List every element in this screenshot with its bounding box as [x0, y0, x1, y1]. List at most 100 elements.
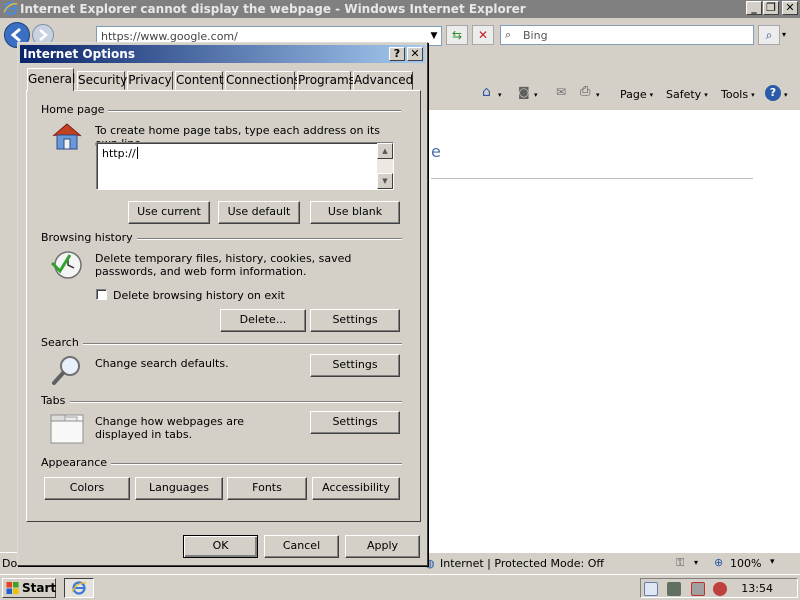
history-settings-button[interactable]: Settings — [310, 309, 400, 332]
text-caret — [136, 147, 138, 159]
accessibility-button[interactable]: Accessibility — [312, 477, 400, 500]
protected-mode-dropdown-icon[interactable]: ▾ — [694, 558, 698, 567]
browsing-history-divider — [124, 238, 402, 240]
use-blank-button[interactable]: Use blank — [310, 201, 400, 224]
search-description: Change search defaults. — [95, 357, 229, 370]
security-zone[interactable]: Internet | Protected Mode: Off — [440, 557, 604, 570]
feeds-dropdown-icon[interactable]: ▾ — [534, 91, 538, 99]
tray-security-icon[interactable] — [667, 582, 681, 596]
windows-logo-icon — [6, 582, 19, 594]
cancel-button[interactable]: Cancel — [264, 535, 339, 558]
print-icon[interactable]: ⎙ — [580, 84, 590, 99]
tab-general[interactable]: General — [27, 68, 75, 91]
home-page-scrollbar[interactable]: ▲ ▼ — [377, 143, 393, 189]
home-page-icon — [52, 123, 82, 150]
scroll-up-icon[interactable]: ▲ — [377, 143, 393, 159]
page-menu[interactable]: Page ▾ — [620, 88, 653, 101]
dialog-title: Internet Options — [23, 47, 135, 61]
search-magnifier-icon — [52, 356, 80, 385]
tray-network-icon[interactable] — [691, 582, 705, 596]
search-settings-button[interactable]: Settings — [310, 354, 400, 377]
protected-mode-icon[interactable]: ⚿ — [676, 556, 684, 570]
scroll-down-icon[interactable]: ▼ — [377, 173, 393, 189]
stop-icon[interactable]: ✕ — [472, 25, 494, 45]
minimize-button[interactable]: _ — [746, 1, 762, 15]
internet-options-dialog: Internet Options ? ✕ General Security Pr… — [17, 42, 428, 566]
dialog-titlebar[interactable]: Internet Options ? ✕ — [20, 45, 425, 63]
fonts-button[interactable]: Fonts — [227, 477, 307, 500]
error-heading-fragment: e — [431, 142, 441, 161]
tray-volume-muted-icon[interactable] — [713, 582, 727, 596]
languages-button[interactable]: Languages — [135, 477, 223, 500]
search-provider-icon: ⌕ — [505, 28, 512, 41]
home-page-heading: Home page — [41, 103, 109, 116]
home-page-divider — [98, 110, 401, 112]
ie-taskbar-icon — [71, 581, 87, 595]
tab-content[interactable]: Content — [175, 71, 224, 90]
zoom-dropdown-icon[interactable]: ▾ — [770, 557, 775, 567]
zoom-level[interactable]: 100% — [730, 557, 761, 570]
delete-button[interactable]: Delete... — [220, 309, 306, 332]
help-dropdown-icon[interactable]: ▾ — [784, 91, 788, 99]
tab-security[interactable]: Security — [77, 71, 127, 90]
print-dropdown-icon[interactable]: ▾ — [596, 91, 600, 99]
search-placeholder: Bing — [523, 29, 548, 42]
ie-logo-icon — [3, 1, 18, 16]
home-icon[interactable]: ⌂ — [482, 84, 491, 100]
status-text: Do — [2, 557, 18, 570]
mail-icon[interactable]: ✉ — [556, 85, 566, 99]
home-page-value: http:// — [102, 147, 136, 160]
restore-button[interactable]: ❐ — [763, 1, 779, 15]
tab-connections[interactable]: Connections — [225, 71, 300, 90]
page-content: e — [428, 110, 800, 552]
help-icon[interactable]: ? — [765, 85, 781, 101]
browser-title: Internet Explorer cannot display the web… — [20, 2, 526, 16]
tab-privacy[interactable]: Privacy — [127, 71, 173, 90]
browsing-history-clock-icon — [50, 251, 82, 279]
safety-menu[interactable]: Safety ▾ — [666, 88, 708, 101]
search-box[interactable]: ⌕ Bing — [500, 25, 754, 45]
address-dropdown-icon[interactable]: ▼ — [428, 28, 440, 44]
tab-advanced[interactable]: Advanced — [353, 71, 413, 90]
start-button[interactable]: Start — [2, 578, 56, 598]
tray-document-icon[interactable] — [644, 582, 658, 596]
taskbar: Start 13:54 — [0, 574, 800, 600]
delete-on-exit-label[interactable]: Delete browsing history on exit — [113, 289, 285, 302]
refresh-icon[interactable]: ⇆ — [446, 25, 468, 45]
search-divider — [78, 343, 402, 345]
tab-programs[interactable]: Programs — [297, 71, 355, 90]
apply-button[interactable]: Apply — [345, 535, 420, 558]
taskbar-ie-button[interactable] — [64, 578, 94, 598]
dialog-close-button[interactable]: ✕ — [407, 47, 423, 61]
clock[interactable]: 13:54 — [741, 582, 773, 595]
tools-menu[interactable]: Tools ▾ — [721, 88, 755, 101]
appearance-heading: Appearance — [41, 456, 112, 469]
browser-titlebar: Internet Explorer cannot display the web… — [0, 0, 800, 18]
browsing-history-heading: Browsing history — [41, 231, 137, 244]
delete-on-exit-checkbox[interactable] — [96, 289, 107, 300]
content-divider — [431, 178, 753, 179]
tabs-heading: Tabs — [41, 394, 70, 407]
browsing-history-description: Delete temporary files, history, cookies… — [95, 252, 352, 278]
appearance-divider — [105, 463, 402, 465]
ok-button[interactable]: OK — [183, 535, 258, 558]
search-go-icon[interactable]: ⌕ — [758, 25, 780, 45]
tabs-divider — [70, 401, 402, 403]
tabs-settings-button[interactable]: Settings — [310, 411, 400, 434]
close-button[interactable]: ✕ — [782, 1, 798, 15]
tabs-window-icon — [50, 414, 84, 444]
system-tray: 13:54 — [640, 578, 798, 598]
command-bar: ⌂ ▾ ◙ ▾ ✉ ⎙ ▾ Page ▾ Safety ▾ Tools ▾ ? ▾ — [428, 82, 800, 108]
search-options-icon[interactable]: ▾ — [782, 30, 786, 39]
search-heading: Search — [41, 336, 83, 349]
home-page-textarea[interactable]: http:// ▲ ▼ — [96, 142, 394, 190]
home-dropdown-icon[interactable]: ▾ — [498, 91, 502, 99]
zoom-icon[interactable]: ⊕ — [714, 556, 723, 569]
dialog-help-button[interactable]: ? — [389, 47, 405, 61]
tabs-description: Change how webpages are displayed in tab… — [95, 415, 245, 441]
use-default-button[interactable]: Use default — [218, 201, 300, 224]
feeds-icon[interactable]: ◙ — [518, 85, 530, 99]
start-label: Start — [22, 581, 57, 595]
use-current-button[interactable]: Use current — [128, 201, 210, 224]
colors-button[interactable]: Colors — [44, 477, 130, 500]
